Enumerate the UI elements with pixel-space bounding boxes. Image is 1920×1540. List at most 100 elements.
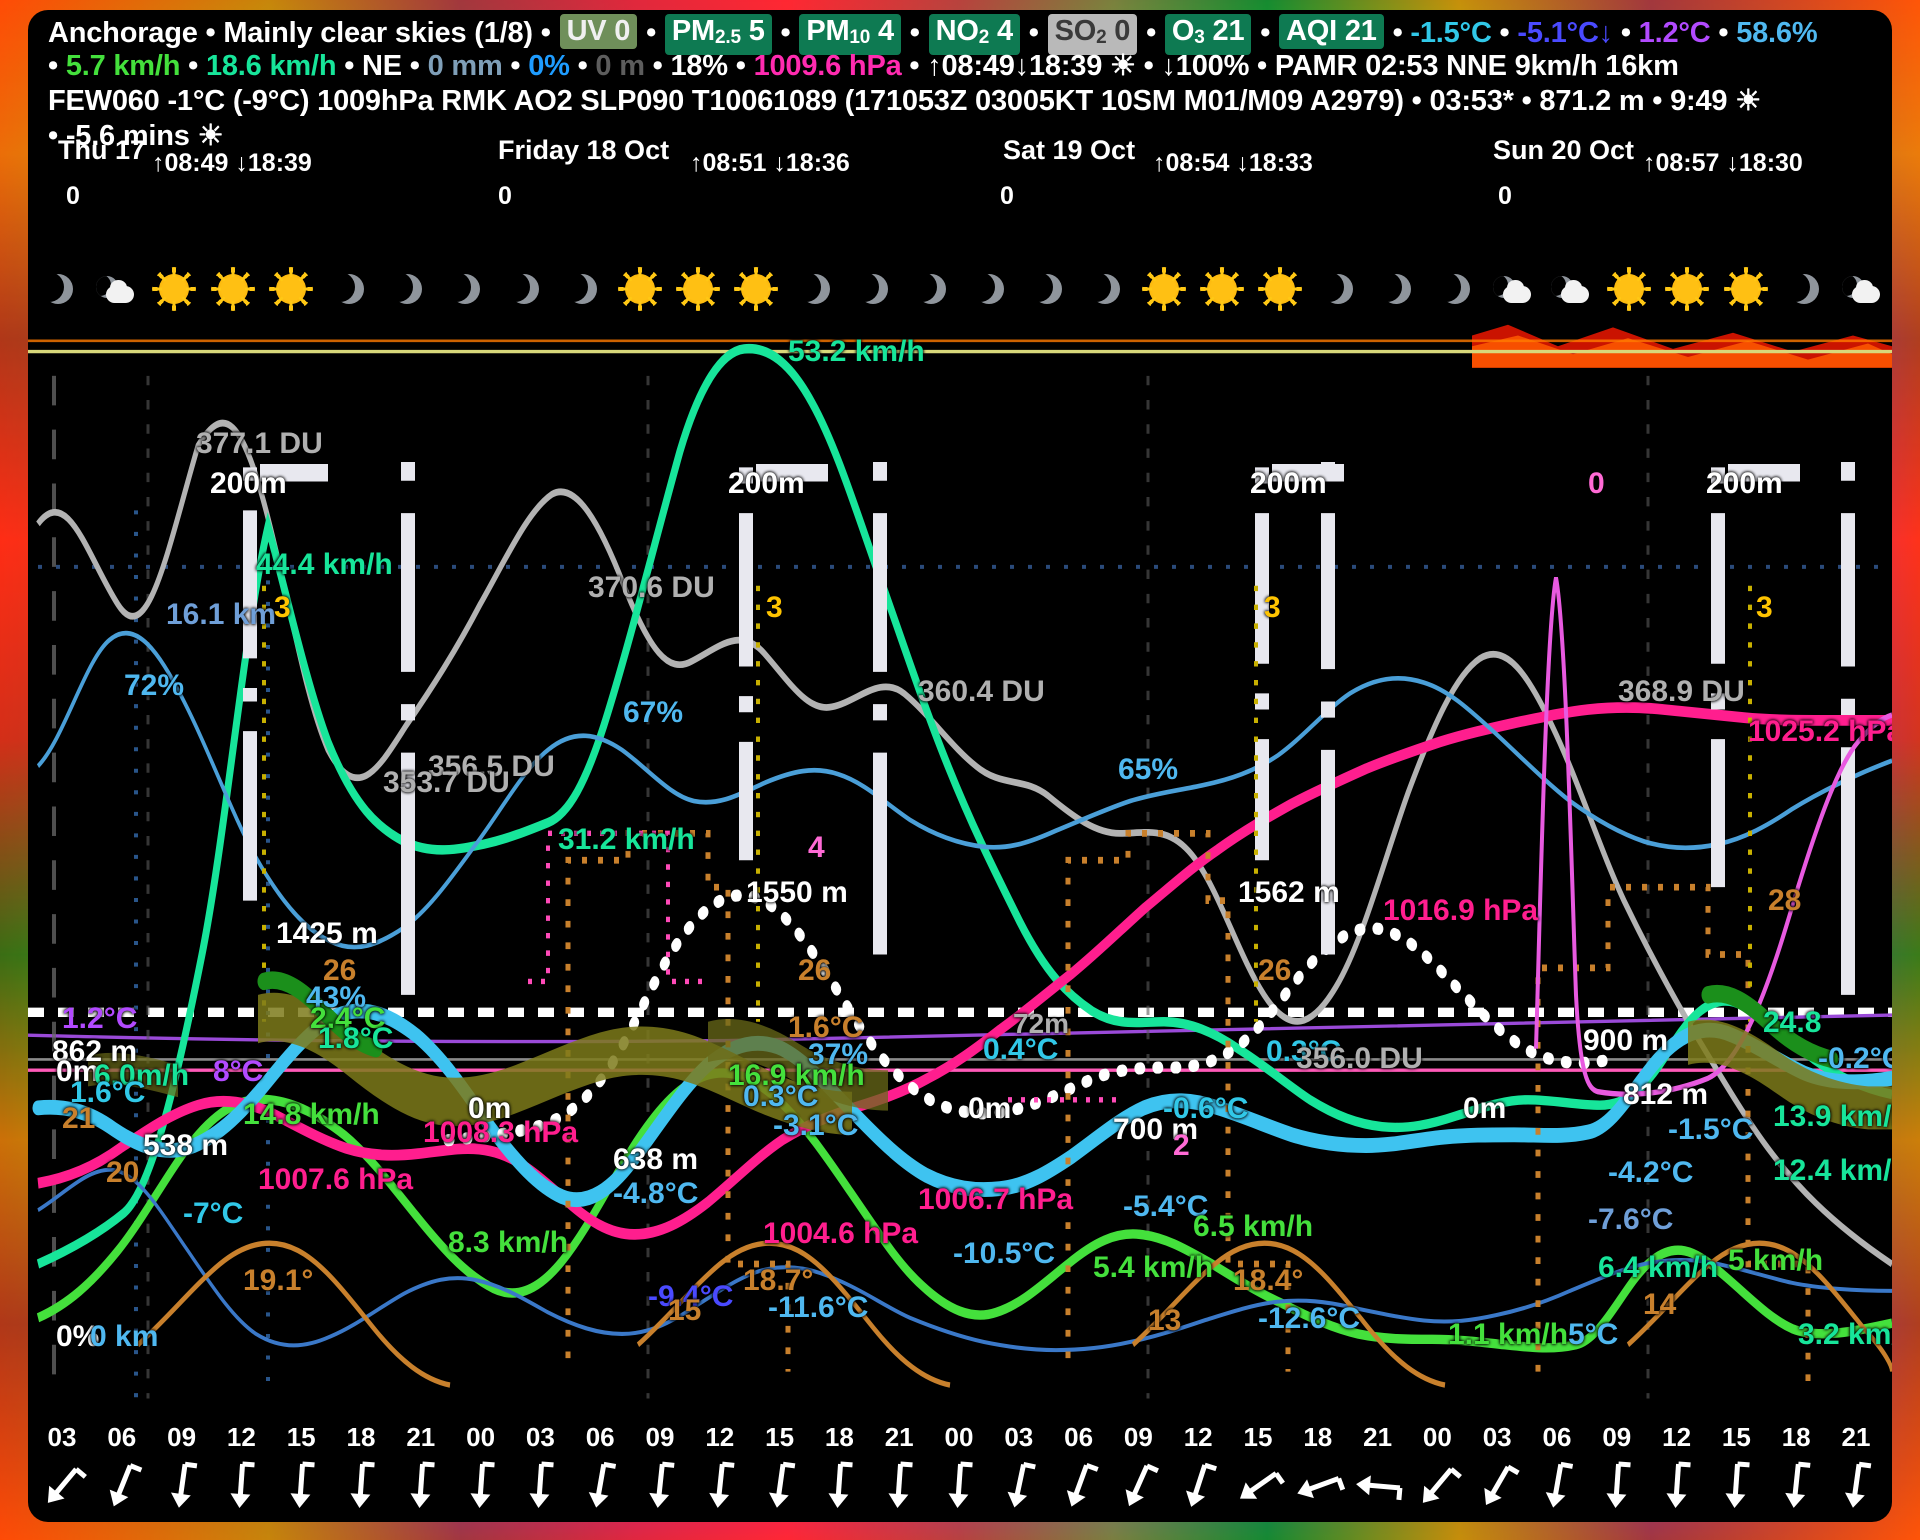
axis-tick: 12 — [1662, 1422, 1692, 1452]
chart-value-label: 0m — [1463, 1091, 1507, 1125]
moon-icon — [499, 268, 545, 310]
axis-tick: 00 — [466, 1422, 496, 1452]
chart-value-label: 1006.7 hPa — [918, 1183, 1074, 1217]
chart-value-label: 8°C — [213, 1055, 264, 1089]
chart-value-label: 360.4 DU — [918, 674, 1045, 708]
chart-value-label: 368.9 DU — [1618, 674, 1745, 708]
header-segment: 03:53* — [1429, 85, 1514, 117]
wind-arrow — [459, 1458, 503, 1514]
moon-icon — [848, 268, 894, 310]
precip-zero-label: 0 — [1000, 182, 1014, 210]
chart-value-label: 2 — [1173, 1129, 1190, 1163]
axis-tick: 09 — [645, 1422, 675, 1452]
wind-arrow — [1116, 1458, 1160, 1514]
chart-value-label: 0 km — [90, 1320, 159, 1354]
chart-value-label: 15 — [667, 1293, 702, 1327]
chart-value-label: 3 — [274, 591, 291, 625]
chart-value-label: 377.1 DU — [196, 426, 323, 460]
chart-value-label: 812 m — [1623, 1078, 1709, 1112]
header-segment: Mainly clear skies (1/8) — [223, 17, 533, 49]
chart-value-label: 1025.2 hPa — [1748, 714, 1892, 748]
axis-tick: 18 — [1781, 1422, 1811, 1452]
wind-arrow — [1296, 1458, 1345, 1514]
moon-icon — [790, 268, 836, 310]
axis-tick: 21 — [1841, 1422, 1871, 1452]
axis-tick: 00 — [944, 1422, 974, 1452]
moon-icon — [34, 268, 79, 310]
chart-value-label: -4.8°C — [613, 1176, 699, 1210]
header-segment: AQI 21 — [1279, 14, 1384, 49]
chart-value-label: 72% — [124, 669, 185, 703]
sun-icon — [1143, 268, 1185, 310]
moon-icon — [1779, 268, 1825, 310]
sun-icon — [619, 268, 661, 310]
chart-plot-area[interactable]: 53.2 km/h 377.1 DU 200m 200m 200m 200m 0 370.6 … — [28, 322, 1892, 1412]
header-segment: ↑08:49↓18:39 ☀ — [927, 50, 1136, 82]
wind-arrow — [1714, 1458, 1758, 1514]
sun-icon — [212, 268, 254, 310]
chart-value-label: 13.9 km/h — [1773, 1099, 1892, 1133]
header-segment: 5.7 km/h — [65, 50, 181, 82]
axis-tick: 09 — [1602, 1422, 1632, 1452]
header-segment: Anchorage — [48, 17, 198, 49]
header-segment: • — [401, 50, 428, 82]
cloudy-night-icon — [1550, 268, 1592, 310]
header-line-metar: FEW060 -1°C (-9°C) 1009hPa RMK AO2 SLP09… — [48, 84, 1888, 119]
chart-value-label: 44.4 km/h — [256, 548, 393, 582]
sun-icon — [270, 268, 312, 310]
header-segment: • — [502, 50, 529, 82]
chart-value-label: 31.2 km/h — [558, 822, 695, 856]
precip-zero-label: 0 — [66, 182, 80, 210]
moon-icon — [1430, 268, 1476, 310]
sun-icon — [677, 268, 719, 310]
axis-tick: 03 — [47, 1422, 77, 1452]
chart-value-label: 26 — [1257, 954, 1292, 988]
wind-arrow — [997, 1458, 1041, 1514]
axis-tick: 12 — [1183, 1422, 1213, 1452]
day-header-row: Thu 17 ↑08:49 ↓18:39 Friday 18 Oct ↑08:51 ↓… — [28, 135, 1892, 181]
wind-arrow — [1355, 1458, 1403, 1514]
moon-icon — [557, 268, 603, 310]
header-segment: • — [1135, 50, 1162, 82]
day-name: Friday 18 Oct — [498, 135, 670, 165]
wind-arrow — [40, 1458, 87, 1514]
header-segment: • — [180, 50, 206, 82]
header-segment: 1009.6 hPa — [753, 50, 902, 82]
header-segment: • — [901, 50, 928, 82]
chart-value-label: 1016.9 hPa — [1383, 893, 1539, 927]
day-name: Thu 17 — [58, 135, 146, 165]
header-segment: • — [1384, 17, 1411, 49]
chart-value-label: 65% — [1118, 752, 1179, 786]
chart-value-label: 3.2 km/h — [1798, 1317, 1892, 1351]
precip-zero-label: 0 — [1498, 182, 1512, 210]
header-segment: • — [569, 50, 596, 82]
sun-icon — [1608, 268, 1650, 310]
chart-value-label: 353.7 DU — [383, 766, 510, 800]
header-segment: • — [1138, 17, 1164, 49]
sunrise-sunset: ↑08:54 ↓18:33 — [1153, 149, 1313, 177]
chart-value-label: 72m — [1013, 1008, 1070, 1040]
chart-value-label: 53.2 km/h — [788, 335, 925, 369]
axis-tick: 00 — [1422, 1422, 1452, 1452]
header-segment: 871.2 m — [1539, 85, 1645, 117]
chart-value-label: 900 m — [1583, 1024, 1669, 1058]
precip-zero-label: 0 — [498, 182, 512, 210]
sun-icon — [735, 268, 777, 310]
header-segment: • — [1491, 17, 1518, 49]
axis-tick: 21 — [884, 1422, 914, 1452]
chart-value-label: 67% — [623, 696, 684, 730]
chart-value-label: -10.5°C — [953, 1237, 1056, 1271]
chart-value-label: 5°C — [1568, 1317, 1619, 1351]
header-segment: PAMR 02:53 NNE 9km/h 16km — [1274, 50, 1679, 82]
header-line-wind: • 5.7 km/h • 18.6 km/h • NE • 0 mm • 0% … — [48, 49, 1888, 84]
moon-icon — [324, 268, 370, 310]
wind-arrow — [1475, 1458, 1520, 1514]
moon-icon — [441, 268, 486, 310]
wind-arrow — [1655, 1458, 1699, 1514]
chart-value-label: -0.2°C — [1818, 1041, 1892, 1075]
meteogram-panel: Anchorage • Mainly clear skies (1/8) • U… — [28, 10, 1892, 1522]
header-segment: NE — [362, 50, 402, 82]
chart-value-label: 1550 m — [746, 876, 848, 910]
header-segment: 58.6% — [1736, 17, 1818, 49]
chart-value-label: 3 — [766, 591, 783, 625]
